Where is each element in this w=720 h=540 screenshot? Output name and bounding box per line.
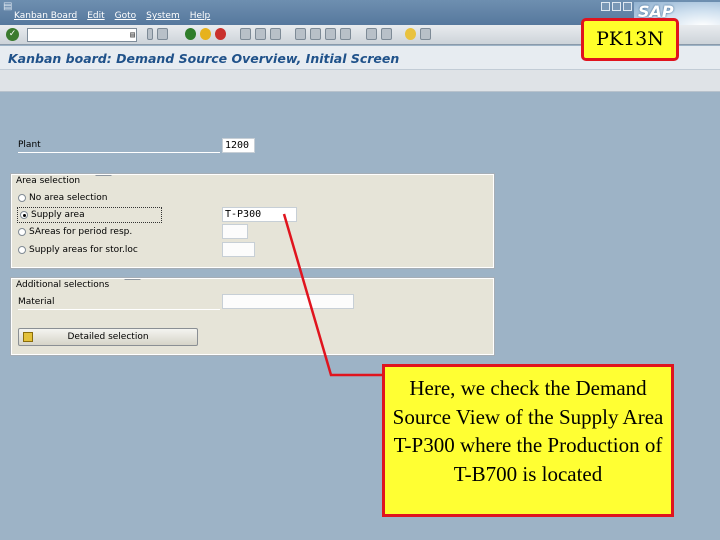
prev-page-icon[interactable] xyxy=(310,28,321,40)
radio-button-icon[interactable] xyxy=(18,194,26,202)
detailed-selection-button[interactable]: Detailed selection xyxy=(18,328,198,346)
command-field[interactable]: ▤ xyxy=(27,28,137,42)
toolbar-session-group xyxy=(366,28,392,40)
last-page-icon[interactable] xyxy=(340,28,351,40)
find-icon[interactable] xyxy=(255,28,266,40)
next-page-icon[interactable] xyxy=(325,28,336,40)
command-field-dropdown-icon[interactable]: ▤ xyxy=(130,30,135,39)
toolbar-page-group xyxy=(295,28,351,40)
radio-supply-area[interactable]: Supply area xyxy=(17,207,162,223)
material-label: Material xyxy=(18,297,220,310)
window-menu-icon[interactable]: ▤ xyxy=(3,1,12,12)
toolbar-nav-group xyxy=(147,28,168,40)
radio-areas-period[interactable]: SAreas for period resp. xyxy=(18,227,132,237)
plant-label: Plant xyxy=(18,140,220,153)
radio-no-area[interactable]: No area selection xyxy=(18,193,107,203)
window-controls xyxy=(601,2,632,11)
radio-button-icon[interactable] xyxy=(18,228,26,236)
print-icon[interactable] xyxy=(240,28,251,40)
radio-supply-area-label: Supply area xyxy=(31,210,85,220)
save-icon[interactable] xyxy=(157,28,168,40)
help-icon[interactable] xyxy=(405,28,416,40)
radio-no-area-label: No area selection xyxy=(29,193,108,203)
radio-button-selected-icon[interactable] xyxy=(20,211,28,219)
menu-edit[interactable]: Edit xyxy=(87,11,104,21)
maximize-icon[interactable] xyxy=(612,2,621,11)
close-icon[interactable] xyxy=(623,2,632,11)
toolbar-function-group xyxy=(185,28,226,40)
area-selection-title: Area selection xyxy=(12,174,99,187)
supply-area-field[interactable]: T-P300 xyxy=(222,207,297,222)
layout-icon[interactable] xyxy=(420,28,431,40)
radio-areas-storloc[interactable]: Supply areas for stor.loc xyxy=(18,245,138,255)
new-session-icon[interactable] xyxy=(366,28,377,40)
material-field[interactable] xyxy=(222,294,354,309)
period-resp-field[interactable] xyxy=(222,224,248,239)
toolbar-help-group xyxy=(405,28,431,40)
plant-field[interactable]: 1200 xyxy=(222,138,255,153)
enter-icon[interactable]: ✓ xyxy=(6,28,19,41)
find-next-icon[interactable] xyxy=(270,28,281,40)
menu-system[interactable]: System xyxy=(146,11,180,21)
exit-icon[interactable] xyxy=(200,28,211,40)
transaction-code-badge: PK13N xyxy=(581,18,679,61)
detailed-selection-label: Detailed selection xyxy=(67,332,149,342)
radio-areas-period-label: SAreas for period resp. xyxy=(29,227,133,237)
additional-selections-title: Additional selections xyxy=(12,278,128,291)
menu-kanban-board[interactable]: Kanban Board xyxy=(14,11,77,21)
cancel-icon[interactable] xyxy=(215,28,226,40)
toolbar-print-group xyxy=(240,28,281,40)
menu-help[interactable]: Help xyxy=(190,11,211,21)
radio-button-icon[interactable] xyxy=(18,246,26,254)
shortcut-icon[interactable] xyxy=(381,28,392,40)
stor-loc-field[interactable] xyxy=(222,242,255,257)
selection-icon xyxy=(23,332,33,342)
main-menu: Kanban Board Edit Goto System Help xyxy=(14,11,210,21)
radio-areas-storloc-label: Supply areas for stor.loc xyxy=(29,245,138,255)
prev-arrow-icon[interactable] xyxy=(147,28,153,40)
annotation-callout: Here, we check the Demand Source View of… xyxy=(382,364,674,517)
menu-goto[interactable]: Goto xyxy=(115,11,137,21)
first-page-icon[interactable] xyxy=(295,28,306,40)
minimize-icon[interactable] xyxy=(601,2,610,11)
page-title: Kanban board: Demand Source Overview, In… xyxy=(8,51,400,66)
application-toolbar xyxy=(0,70,720,92)
back-icon[interactable] xyxy=(185,28,196,40)
